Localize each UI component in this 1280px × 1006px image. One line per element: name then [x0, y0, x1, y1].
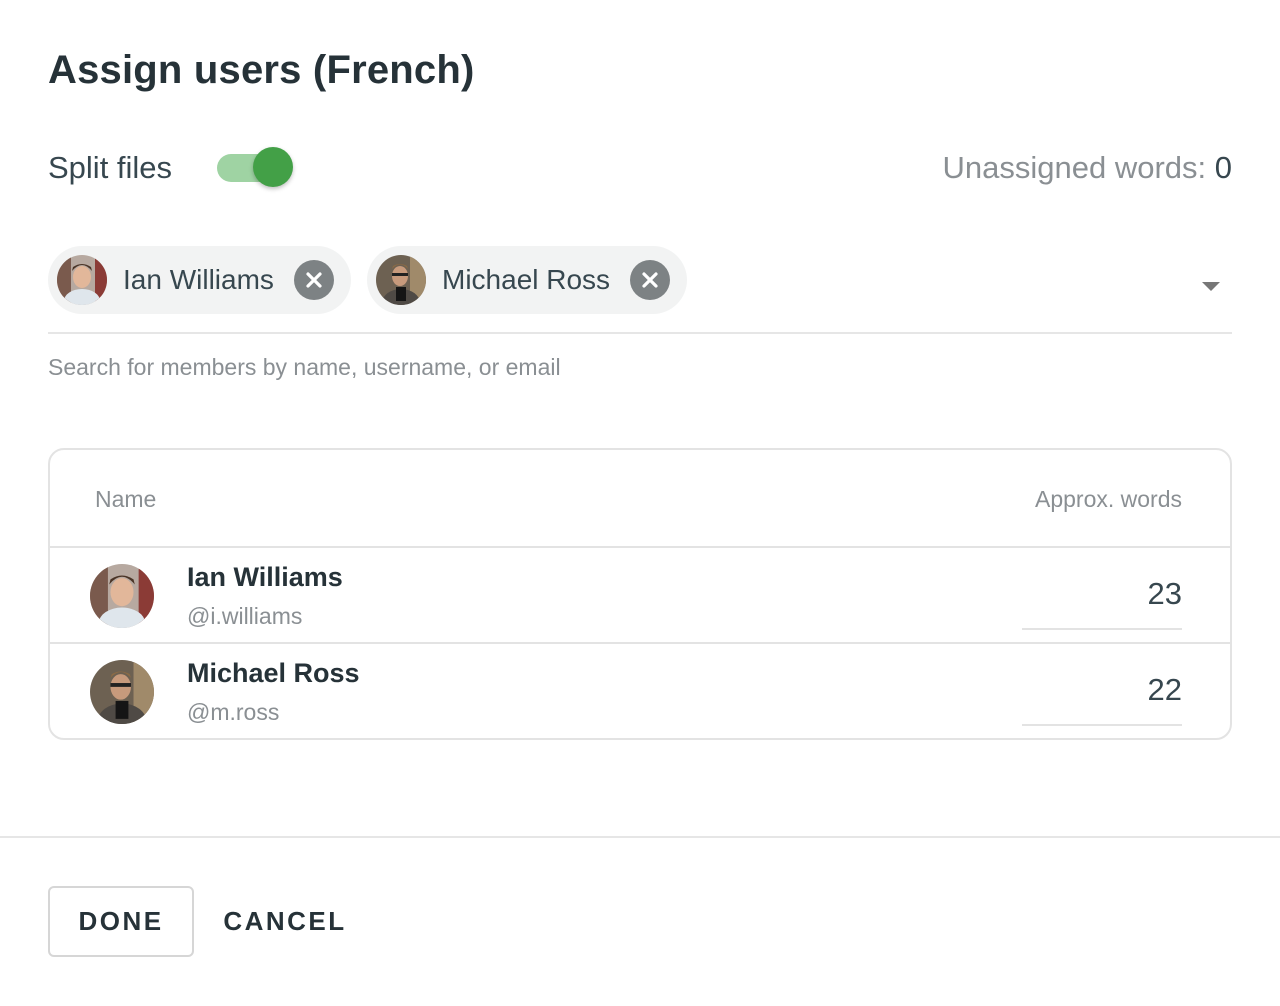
chip-label: Ian Williams	[123, 264, 274, 295]
assignment-table: Name Approx. words Ian Williams @i.willi…	[48, 448, 1232, 740]
chip-ian-williams[interactable]: Ian Williams	[48, 246, 351, 314]
cancel-button[interactable]: CANCEL	[212, 886, 358, 957]
user-username: @i.williams	[187, 603, 303, 629]
close-icon	[642, 272, 658, 288]
avatar	[376, 255, 426, 305]
split-files-row: Split files Unassigned words: 0	[48, 140, 1232, 196]
avatar	[90, 564, 154, 628]
member-select-field[interactable]: Ian Williams Michael Ross	[48, 246, 1232, 334]
unassigned-words-count: 0	[1214, 150, 1232, 185]
close-icon	[306, 272, 322, 288]
unassigned-words: Unassigned words: 0	[943, 150, 1233, 186]
footer-divider	[0, 836, 1280, 838]
remove-michael-ross-button[interactable]	[630, 260, 670, 300]
remove-ian-williams-button[interactable]	[294, 260, 334, 300]
done-button[interactable]: DONE	[48, 886, 194, 957]
avatar	[57, 255, 107, 305]
table-row: Ian Williams @i.williams 23	[50, 548, 1230, 644]
approx-words-input[interactable]: 22	[1022, 664, 1182, 726]
chip-label: Michael Ross	[442, 264, 611, 295]
user-name: Michael Ross	[187, 658, 360, 688]
column-header-name: Name	[95, 486, 157, 512]
split-files-toggle[interactable]	[217, 146, 293, 187]
avatar	[90, 660, 154, 724]
user-name: Ian Williams	[187, 562, 343, 592]
table-row: Michael Ross @m.ross 22	[50, 644, 1230, 738]
caret-down-icon[interactable]	[1202, 282, 1220, 291]
toggle-thumb	[253, 147, 293, 187]
split-files-label: Split files	[48, 150, 173, 185]
search-helper-text: Search for members by name, username, or…	[48, 354, 561, 380]
unassigned-words-label: Unassigned words:	[942, 150, 1215, 185]
chip-michael-ross[interactable]: Michael Ross	[367, 246, 687, 314]
table-header: Name Approx. words	[50, 450, 1230, 548]
dialog-title: Assign users (French)	[48, 48, 475, 92]
approx-words-input[interactable]: 23	[1022, 568, 1182, 630]
user-username: @m.ross	[187, 699, 280, 725]
column-header-approx-words: Approx. words	[1034, 486, 1182, 512]
